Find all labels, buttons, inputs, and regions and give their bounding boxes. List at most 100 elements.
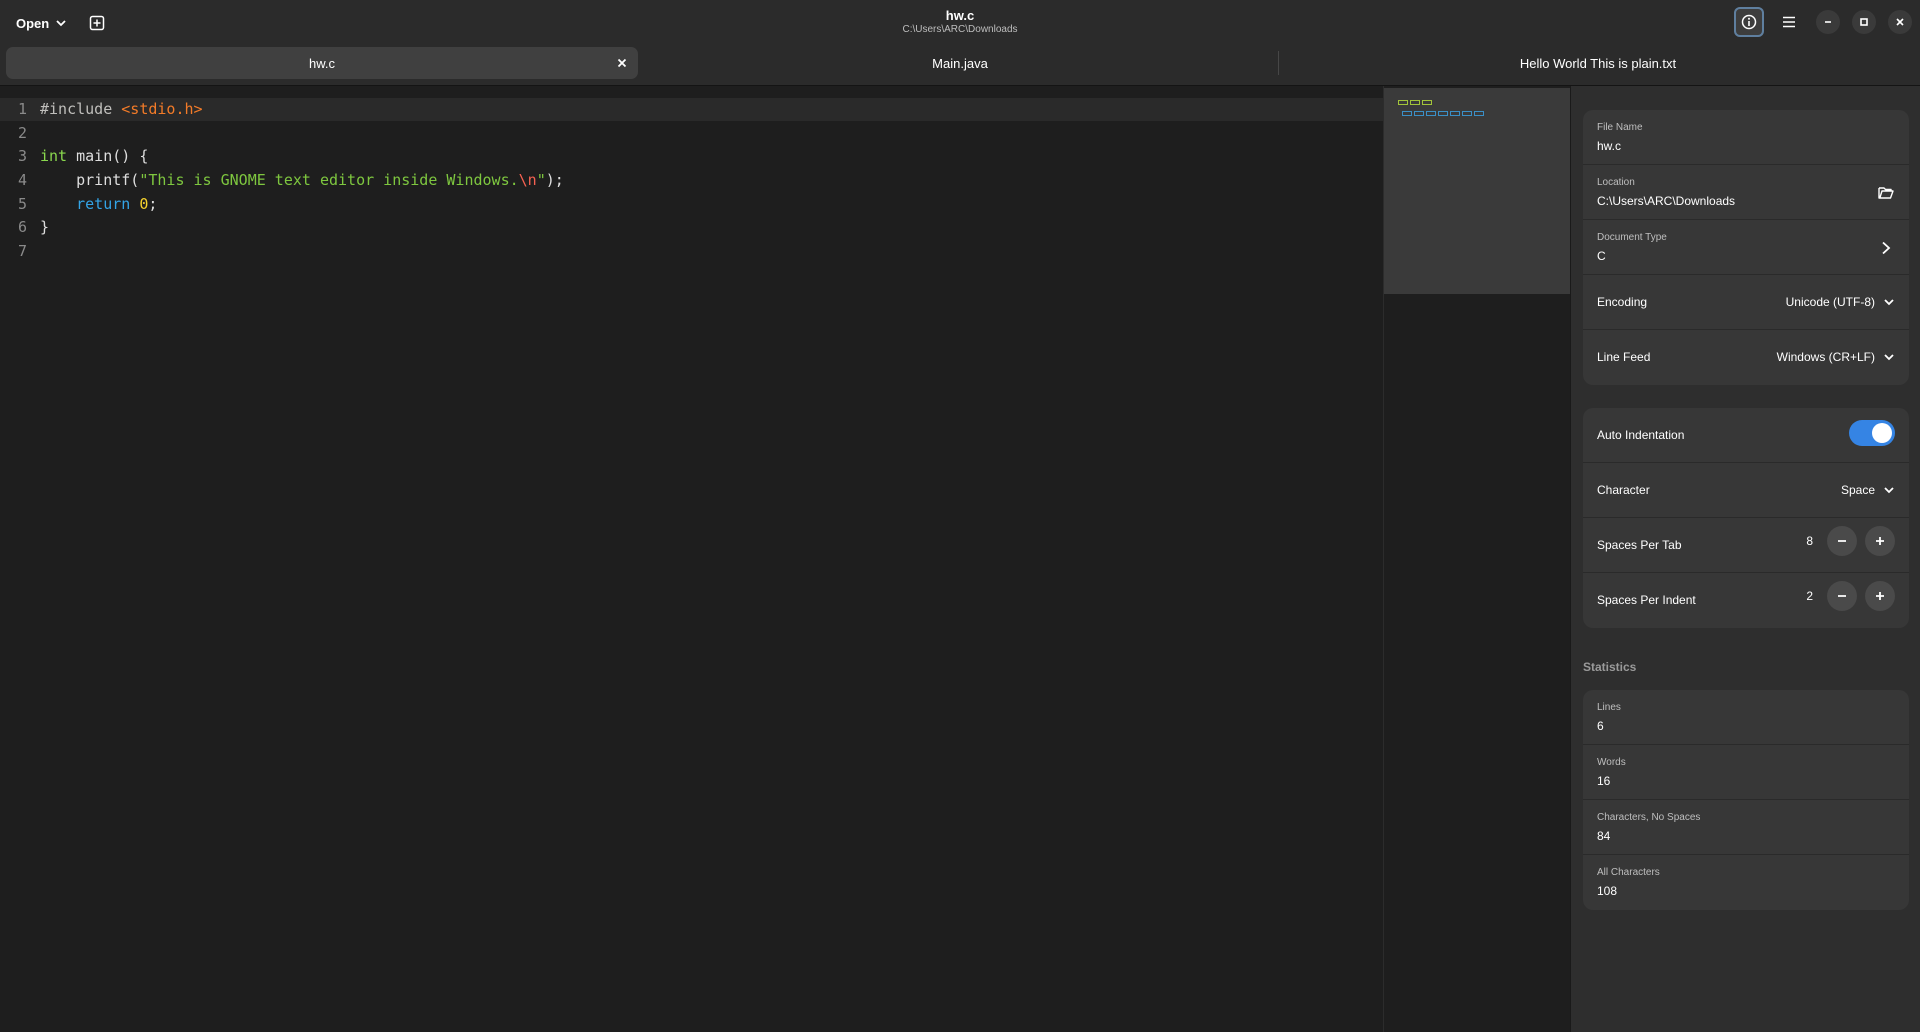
- stat-words-row: Words 16: [1583, 745, 1909, 800]
- code-token: ;: [148, 194, 158, 213]
- code-line[interactable]: [40, 240, 564, 264]
- new-tab-icon: [89, 15, 105, 31]
- code-token: return: [76, 194, 131, 213]
- document-type-row[interactable]: Document Type C: [1583, 220, 1909, 275]
- encoding-row[interactable]: Encoding Unicode (UTF-8): [1583, 275, 1909, 330]
- code-line[interactable]: return 0;: [40, 193, 564, 217]
- spaces-per-indent-increase-button[interactable]: [1865, 581, 1895, 611]
- minimap-viewport[interactable]: [1384, 88, 1571, 294]
- new-tab-button[interactable]: [84, 11, 110, 35]
- main-menu-button[interactable]: [1774, 7, 1804, 37]
- code-token: \n: [518, 171, 537, 190]
- code-text[interactable]: #include <stdio.h> int main() { printf("…: [40, 98, 564, 264]
- stat-all-chars-row: All Characters 108: [1583, 855, 1909, 910]
- code-line[interactable]: printf("This is GNOME text editor inside…: [40, 169, 564, 193]
- spaces-per-tab-stepper: 8: [1789, 526, 1895, 556]
- line-feed-select[interactable]: Windows (CR+LF): [1777, 346, 1895, 368]
- spaces-per-tab-value[interactable]: 8: [1789, 534, 1813, 548]
- character-label: Character: [1597, 483, 1650, 497]
- spaces-per-tab-decrease-button[interactable]: [1827, 526, 1857, 556]
- maximize-button[interactable]: [1852, 10, 1876, 34]
- line-feed-row[interactable]: Line Feed Windows (CR+LF): [1583, 330, 1909, 385]
- tab-main-java[interactable]: Main.java: [644, 47, 1276, 79]
- document-properties-button[interactable]: [1734, 7, 1764, 37]
- stat-words-value: 16: [1597, 774, 1611, 788]
- line-number: 2: [17, 123, 27, 142]
- file-name-value[interactable]: hw.c: [1597, 139, 1621, 153]
- code-line[interactable]: }: [40, 216, 564, 240]
- chevron-right-icon: [1882, 241, 1891, 255]
- spaces-per-tab-label: Spaces Per Tab: [1597, 538, 1682, 552]
- statistics-heading: Statistics: [1583, 660, 1637, 674]
- minimap-token: [1438, 111, 1448, 116]
- minus-icon: [1838, 540, 1846, 542]
- code-line[interactable]: int main() {: [40, 145, 564, 169]
- character-value: Space: [1840, 483, 1875, 497]
- stat-lines-value: 6: [1597, 719, 1604, 733]
- code-token: int: [40, 147, 68, 166]
- tab-plain-txt[interactable]: Hello World This is plain.txt: [1282, 47, 1914, 79]
- open-folder-button[interactable]: [1875, 182, 1897, 204]
- open-button-label: Open: [16, 15, 50, 31]
- chevron-down-icon: [1884, 487, 1894, 494]
- character-select[interactable]: Space: [1841, 479, 1895, 501]
- minimap-token: [1450, 111, 1460, 116]
- code-token: main() {: [67, 147, 149, 166]
- minimap[interactable]: [1383, 86, 1571, 1032]
- spaces-per-tab-increase-button[interactable]: [1865, 526, 1895, 556]
- tab-separator: [1278, 51, 1279, 75]
- spaces-per-tab-row: Spaces Per Tab 8: [1583, 518, 1909, 573]
- auto-indentation-row[interactable]: Auto Indentation: [1583, 408, 1909, 463]
- stat-words-label: Words: [1597, 757, 1626, 768]
- minimap-token: [1426, 111, 1436, 116]
- spaces-per-indent-value[interactable]: 2: [1789, 589, 1813, 603]
- minimap-line: [1402, 111, 1484, 116]
- character-row[interactable]: Character Space: [1583, 463, 1909, 518]
- tab-hw-c[interactable]: hw.c: [6, 47, 638, 79]
- document-properties-sidebar: File Name hw.c Location C:\Users\ARC\Dow…: [1570, 86, 1920, 1032]
- spaces-per-indent-decrease-button[interactable]: [1827, 581, 1857, 611]
- line-number: 6: [17, 218, 27, 237]
- close-window-button[interactable]: [1888, 10, 1912, 34]
- file-name-row[interactable]: File Name hw.c: [1583, 110, 1909, 165]
- stat-chars-nospace-value: 84: [1597, 829, 1611, 843]
- stat-lines-label: Lines: [1597, 702, 1621, 713]
- tab-label: hw.c: [308, 55, 335, 71]
- maximize-icon: [1860, 18, 1868, 26]
- minimize-button[interactable]: [1816, 10, 1840, 34]
- stat-all-chars-label: All Characters: [1597, 867, 1660, 878]
- line-number: 1: [17, 100, 27, 118]
- open-button[interactable]: Open: [8, 10, 75, 36]
- minimap-token: [1422, 100, 1432, 105]
- minimap-token: [1462, 111, 1472, 116]
- tab-close-button[interactable]: [614, 55, 630, 71]
- code-line[interactable]: #include <stdio.h>: [40, 98, 564, 122]
- close-icon: [1896, 18, 1904, 26]
- encoding-select[interactable]: Unicode (UTF-8): [1786, 291, 1895, 313]
- minimap-line: [1398, 100, 1432, 105]
- code-token: );: [545, 171, 564, 190]
- document-type-value: C: [1597, 249, 1606, 263]
- folder-open-icon: [1878, 187, 1894, 199]
- chevron-down-icon: [1884, 354, 1894, 361]
- line-feed-value: Windows (CR+LF): [1776, 350, 1875, 364]
- minimap-token: [1414, 111, 1424, 116]
- code-token: #include: [40, 100, 122, 118]
- document-type-label: Document Type: [1597, 232, 1667, 243]
- indentation-card: Auto Indentation Character Space Spaces …: [1583, 408, 1909, 628]
- code-editor[interactable]: 1234567 #include <stdio.h> int main() { …: [0, 86, 1383, 1032]
- code-line[interactable]: [40, 122, 564, 146]
- stat-all-chars-value: 108: [1597, 884, 1618, 898]
- stat-lines-row: Lines 6: [1583, 690, 1909, 745]
- minus-icon: [1838, 595, 1846, 597]
- statistics-card: Lines 6 Words 16 Characters, No Spaces 8…: [1583, 690, 1909, 910]
- tab-label: Main.java: [932, 55, 988, 71]
- properties-card: File Name hw.c Location C:\Users\ARC\Dow…: [1583, 110, 1909, 385]
- window-title: hw.c: [945, 8, 975, 23]
- code-token: "This is GNOME text editor inside Window…: [139, 171, 519, 190]
- encoding-label: Encoding: [1597, 295, 1648, 309]
- auto-indentation-switch[interactable]: [1849, 420, 1895, 446]
- minimap-token: [1474, 111, 1484, 116]
- minimap-token: [1410, 100, 1420, 105]
